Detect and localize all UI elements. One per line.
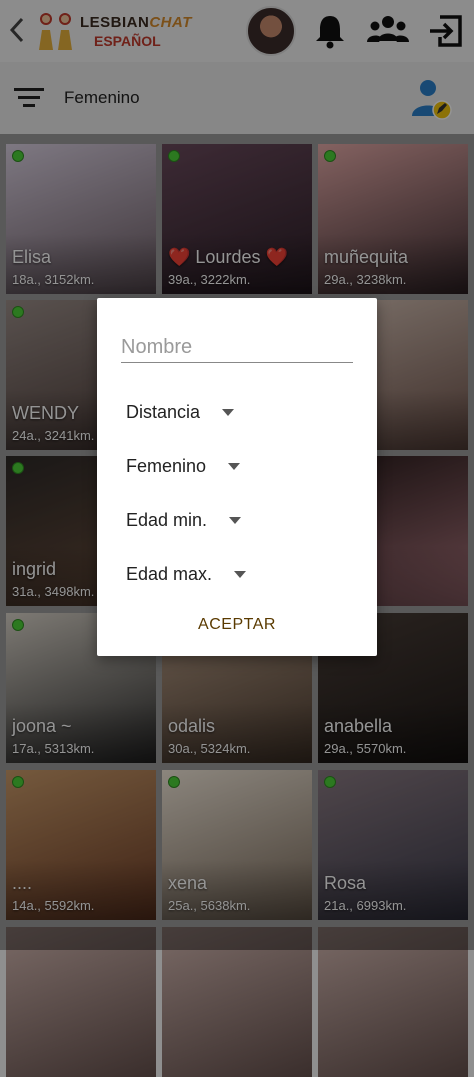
distance-select-label: Distancia xyxy=(126,401,201,422)
dropdown-arrow-icon xyxy=(234,570,247,578)
gender-select-label: Femenino xyxy=(126,455,207,476)
age-max-select-label: Edad max. xyxy=(126,563,213,584)
dropdown-arrow-icon xyxy=(222,408,235,416)
name-input[interactable] xyxy=(121,332,353,363)
distance-select[interactable]: Distancia xyxy=(126,397,235,427)
age-min-select-label: Edad min. xyxy=(126,509,208,530)
accept-button[interactable]: ACEPTAR xyxy=(97,610,377,640)
filter-dialog: Distancia Femenino Edad min. Edad max. A… xyxy=(97,298,377,656)
age-min-select[interactable]: Edad min. xyxy=(126,505,242,535)
dropdown-arrow-icon xyxy=(228,462,241,470)
dropdown-arrow-icon xyxy=(229,516,242,524)
gender-select[interactable]: Femenino xyxy=(126,451,241,481)
age-max-select[interactable]: Edad max. xyxy=(126,559,247,589)
